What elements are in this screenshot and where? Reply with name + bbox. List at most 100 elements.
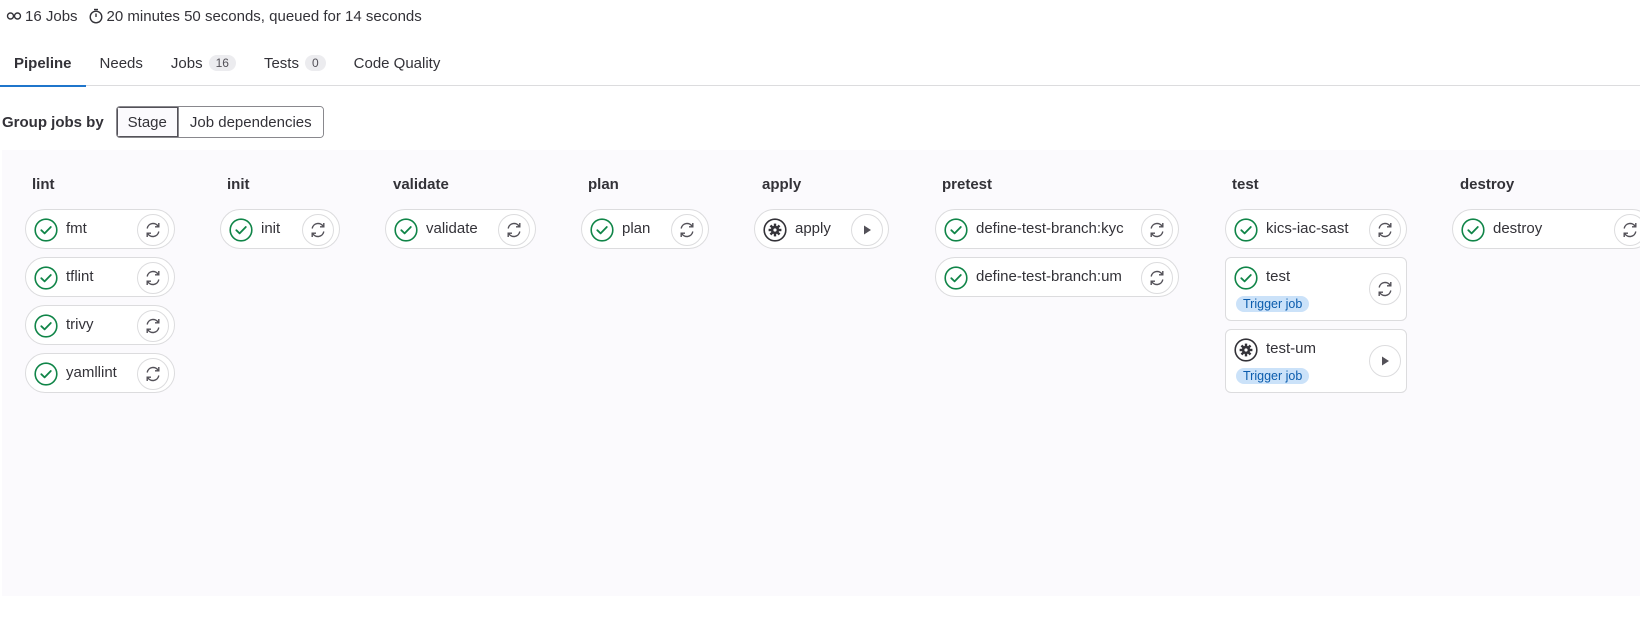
retry-icon [143,316,163,336]
tab-jobs-label: Jobs [170,54,203,72]
job-name: define-test-branch:um [976,268,1122,285]
job-name: tflint [66,268,94,285]
retry-job-button[interactable] [137,262,169,294]
job-name: init [261,220,281,237]
retry-job-button[interactable] [1369,273,1401,305]
pipeline-graph: lint fmt tflint trivy yamllint init init valida… [2,150,1640,596]
tab-needs[interactable]: Needs [86,40,157,86]
job-name: trivy [66,316,94,333]
retry-icon [504,220,524,240]
job-test-um[interactable]: test-um Trigger job [1225,329,1407,393]
group-by-stage-button[interactable]: Stage [116,107,178,137]
trigger-job-badge: Trigger job [1236,368,1310,384]
status-success-icon [944,266,968,290]
group-jobs-by: Group jobs by Stage Job dependencies [2,106,324,138]
retry-job-button[interactable] [1141,262,1173,294]
status-success-icon [1234,218,1258,242]
retry-job-button[interactable] [137,358,169,390]
status-success-icon [34,362,58,386]
job-name: yamllint [66,364,117,381]
play-icon [1377,353,1393,369]
retry-job-button[interactable] [671,214,703,246]
job-name: apply [795,220,831,237]
stage-title-apply: apply [762,176,802,193]
tests-count-badge: 0 [304,55,326,71]
job-name: test-um [1266,340,1317,357]
job-define-test-branch:um[interactable]: define-test-branch:um [935,257,1179,297]
retry-job-button[interactable] [302,214,334,246]
retry-icon [1147,268,1167,288]
retry-icon [677,220,697,240]
job-init[interactable]: init [220,209,340,249]
job-name: destroy [1493,220,1543,237]
tab-pipeline-label: Pipeline [14,54,72,72]
retry-icon [1375,279,1395,299]
retry-icon [143,268,163,288]
duration-text: 20 minutes 50 seconds, queued for 14 sec… [106,7,422,25]
retry-job-button[interactable] [1614,214,1640,246]
job-name: kics-iac-sast [1266,220,1349,237]
retry-job-button[interactable] [498,214,530,246]
status-success-icon [229,218,253,242]
job-plan[interactable]: plan [581,209,709,249]
retry-job-button[interactable] [137,214,169,246]
tab-code-quality-label: Code Quality [353,54,441,72]
retry-icon [1620,220,1640,240]
status-success-icon [34,218,58,242]
retry-job-button[interactable] [1141,214,1173,246]
job-name: validate [426,220,478,237]
status-success-icon [34,314,58,338]
job-trivy[interactable]: trivy [25,305,175,345]
job-name: test [1266,268,1291,285]
group-by-dependencies-button[interactable]: Job dependencies [177,107,323,137]
tab-pipeline[interactable]: Pipeline [0,40,86,87]
job-define-test-branch:kyc[interactable]: define-test-branch:kyc [935,209,1179,249]
play-job-button[interactable] [851,214,883,246]
tab-tests-label: Tests [263,54,299,72]
stage-title-plan: plan [588,176,619,193]
status-success-icon [34,266,58,290]
status-manual-icon [763,218,787,242]
status-success-icon [590,218,614,242]
retry-icon [143,220,163,240]
tab-tests[interactable]: Tests 0 [250,40,340,86]
jobs-count-text: 16 Jobs [25,7,78,25]
play-job-button[interactable] [1369,345,1401,377]
timer-icon [87,7,105,25]
pipeline-icon [5,7,23,25]
job-yamllint[interactable]: yamllint [25,353,175,393]
stage-title-pretest: pretest [942,176,993,193]
status-manual-icon [1234,338,1258,362]
job-test[interactable]: test Trigger job [1225,257,1407,321]
stage-title-init: init [227,176,250,193]
status-success-icon [1234,266,1258,290]
play-icon [859,222,875,238]
job-validate[interactable]: validate [385,209,536,249]
retry-icon [1147,220,1167,240]
job-kics-iac-sast[interactable]: kics-iac-sast [1225,209,1407,249]
job-name: fmt [66,220,87,237]
jobs-count: 16 Jobs [5,7,78,25]
retry-job-button[interactable] [1369,214,1401,246]
stage-title-lint: lint [32,176,55,193]
job-tflint[interactable]: tflint [25,257,175,297]
status-success-icon [944,218,968,242]
tab-jobs[interactable]: Jobs 16 [157,40,250,86]
job-name: define-test-branch:kyc [976,220,1124,237]
retry-icon [1375,220,1395,240]
pipeline-tabs: Pipeline Needs Jobs 16 Tests 0 Code Qualit… [0,40,1640,87]
retry-icon [143,364,163,384]
tab-code-quality[interactable]: Code Quality [340,40,455,86]
retry-job-button[interactable] [137,310,169,342]
job-fmt[interactable]: fmt [25,209,175,249]
status-success-icon [394,218,418,242]
status-success-icon [1461,218,1485,242]
duration: 20 minutes 50 seconds, queued for 14 sec… [87,7,422,25]
pipeline-summary: 16 Jobs 20 minutes 50 seconds, queued fo… [5,6,431,26]
job-apply[interactable]: apply [754,209,889,249]
stage-title-destroy: destroy [1460,176,1515,193]
group-by-label: Group jobs by [2,113,104,131]
job-name: plan [622,220,651,237]
jobs-count-badge: 16 [208,55,236,71]
job-destroy[interactable]: destroy [1452,209,1640,249]
